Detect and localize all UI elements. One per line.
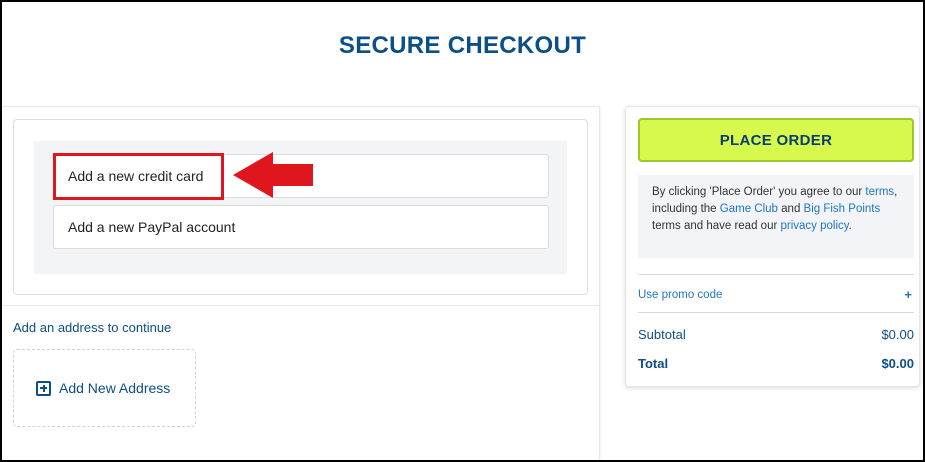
agreement-text: By clicking 'Place Order' you agree to o… xyxy=(652,186,866,198)
add-paypal-option[interactable]: Add a new PayPal account xyxy=(53,205,549,249)
terms-link[interactable]: terms xyxy=(865,186,894,198)
red-arrow-icon xyxy=(233,152,313,198)
big-fish-points-link[interactable]: Big Fish Points xyxy=(804,203,881,215)
section-divider xyxy=(2,305,600,306)
add-credit-card-label: Add a new credit card xyxy=(68,168,204,184)
game-club-link[interactable]: Game Club xyxy=(720,203,778,215)
summary-divider xyxy=(638,274,914,275)
promo-code-toggle[interactable]: Use promo code + xyxy=(638,287,914,302)
add-address-prompt-link[interactable]: Add an address to continue xyxy=(13,320,171,335)
agreement-notice: By clicking 'Place Order' you agree to o… xyxy=(638,175,914,258)
agreement-text: . xyxy=(848,220,852,232)
agreement-text: terms and have read our xyxy=(652,220,781,232)
plus-square-icon xyxy=(36,380,51,396)
summary-divider xyxy=(638,312,914,313)
subtotal-label: Subtotal xyxy=(638,327,686,342)
add-paypal-label: Add a new PayPal account xyxy=(68,219,236,235)
promo-code-label: Use promo code xyxy=(638,288,723,301)
place-order-button[interactable]: PLACE ORDER xyxy=(638,118,914,162)
agreement-text: and xyxy=(777,203,804,215)
page-title: SECURE CHECKOUT xyxy=(338,32,587,59)
plus-icon: + xyxy=(904,287,912,302)
order-summary-card: PLACE ORDER By clicking 'Place Order' yo… xyxy=(625,106,920,387)
payment-methods-card: Add a new credit card Add a new PayPal a… xyxy=(13,119,588,295)
checkout-page: SECURE CHECKOUT Add a new credit card Ad… xyxy=(2,2,923,460)
add-new-address-label: Add New Address xyxy=(59,380,171,396)
subtotal-row: Subtotal $0.00 xyxy=(638,327,914,342)
add-new-address-button[interactable]: Add New Address xyxy=(13,349,196,427)
total-row: Total $0.00 xyxy=(638,356,914,371)
privacy-policy-link[interactable]: privacy policy xyxy=(781,220,849,232)
total-label: Total xyxy=(638,356,669,371)
subtotal-value: $0.00 xyxy=(881,327,914,342)
total-value: $0.00 xyxy=(881,356,914,371)
